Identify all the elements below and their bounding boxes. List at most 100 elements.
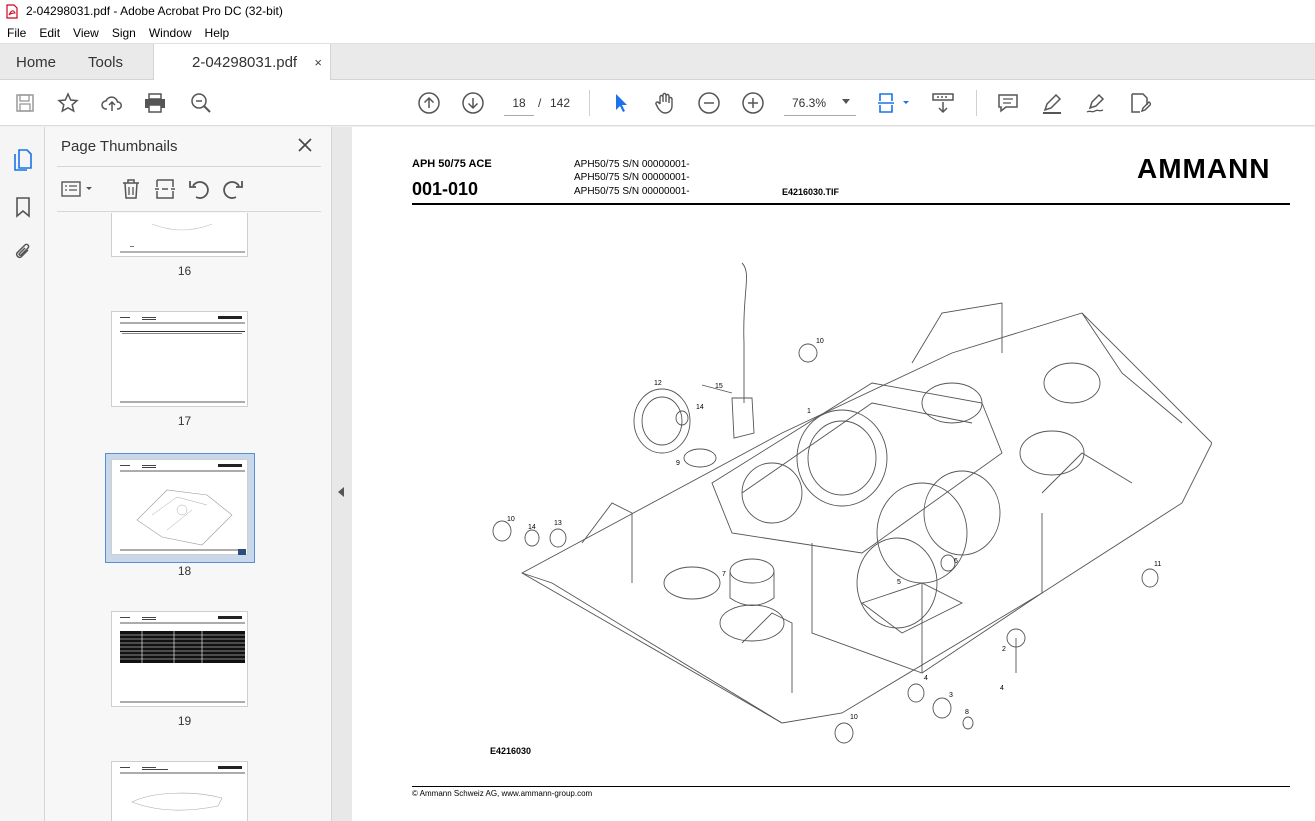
callout-label: 14 [696, 404, 704, 411]
save-icon[interactable] [13, 91, 37, 115]
callout-label: 14 [528, 524, 536, 531]
hand-tool-icon[interactable] [653, 91, 677, 115]
figure-id: E4216030 [490, 746, 532, 756]
callout-label: 12 [654, 380, 662, 387]
callout-label: 11 [1154, 561, 1161, 568]
zoom-value: 76.3% [792, 95, 827, 110]
acrobat-pdf-icon [5, 3, 19, 19]
title-bar: 2-04298031.pdf - Adobe Acrobat Pro DC (3… [0, 0, 1315, 22]
header-rule [412, 203, 1290, 205]
tab-document[interactable]: 2-04298031.pdf × [153, 44, 331, 81]
window-title: 2-04298031.pdf - Adobe Acrobat Pro DC (3… [26, 4, 283, 18]
panel-title: Page Thumbnails [61, 138, 178, 155]
page-thumbnail-18[interactable] [111, 459, 248, 555]
thumbnail-panel: Page Thumbnails 16 17 18 19 [45, 127, 371, 821]
zoom-in-icon[interactable] [741, 91, 765, 115]
zoom-dropdown[interactable]: 76.3% [784, 90, 856, 116]
page-thumbnails-icon[interactable] [11, 148, 35, 172]
callout-label: 13 [554, 520, 562, 527]
highlight-pen-icon[interactable] [1040, 91, 1064, 115]
tab-tools[interactable]: Tools [88, 44, 123, 81]
page-thumbnail-17[interactable] [111, 311, 248, 407]
callout-label: 5 [897, 579, 901, 586]
page-thumbnail-19[interactable] [111, 611, 248, 707]
callout-label: 10 [850, 714, 858, 721]
doc-serial: APH50/75 S/N 00000001- [574, 172, 690, 183]
callout-label: 15 [715, 383, 723, 390]
menu-edit[interactable]: Edit [32, 26, 66, 40]
doc-footer: © Ammann Schweiz AG, www.ammann-group.co… [412, 789, 593, 798]
scroll-mode-icon[interactable] [931, 91, 955, 115]
doc-serial: APH50/75 S/N 00000001- [574, 186, 690, 197]
callout-label: 6 [954, 558, 958, 565]
thumbnail-options-icon[interactable] [59, 177, 95, 201]
collapse-panel-icon[interactable] [338, 487, 344, 497]
exploded-parts-drawing: 1 2 3 4 4 5 6 7 8 9 10 10 10 11 12 13 14… [492, 262, 1212, 744]
toolbar-divider [976, 90, 977, 116]
callout-label: 10 [816, 338, 824, 345]
upload-cloud-icon[interactable] [100, 91, 124, 115]
ammann-logo: AMMANN [1137, 153, 1271, 184]
select-pointer-icon[interactable] [609, 91, 633, 115]
callout-label: 3 [949, 692, 953, 699]
bookmarks-icon[interactable] [11, 195, 35, 219]
callout-label: 4 [924, 675, 928, 682]
zoom-out-icon[interactable] [697, 91, 721, 115]
document-page: APH 50/75 ACE 001-010 APH50/75 S/N 00000… [352, 127, 1315, 821]
thumbnail-list: 16 17 18 19 [57, 213, 312, 821]
toolbar-divider [589, 90, 590, 116]
page-thumbnail-20[interactable] [111, 761, 248, 821]
next-page-icon[interactable] [461, 91, 485, 115]
callout-label: 7 [722, 571, 726, 578]
callout-label: 1 [807, 408, 811, 415]
insert-page-icon[interactable] [153, 177, 177, 201]
rotate-right-icon[interactable] [221, 177, 245, 201]
callout-label: 4 [1000, 685, 1004, 692]
attachments-paperclip-icon[interactable] [11, 240, 35, 264]
callout-label: 2 [1002, 646, 1006, 653]
callout-label: 9 [676, 460, 680, 467]
menu-bar: File Edit View Sign Window Help [0, 22, 1315, 43]
delete-page-icon[interactable] [119, 177, 143, 201]
chevron-down-icon [842, 99, 850, 104]
menu-view[interactable]: View [66, 26, 105, 40]
panel-divider [57, 211, 321, 212]
doc-code: 001-010 [412, 179, 479, 199]
thumbnail-label: 16 [177, 264, 192, 278]
bookmark-star-icon[interactable] [56, 91, 80, 115]
thumbnail-label: 18 [177, 564, 192, 578]
zoom-search-icon[interactable] [189, 91, 213, 115]
callout-label: 10 [507, 516, 515, 523]
close-icon[interactable] [297, 137, 313, 153]
rotate-left-icon[interactable] [187, 177, 211, 201]
doc-image-file: E4216030.TIF [782, 187, 840, 197]
doc-model: APH 50/75 ACE [412, 158, 492, 170]
menu-window[interactable]: Window [142, 26, 198, 40]
thumbnail-label: 19 [177, 714, 192, 728]
page-separator: / [538, 96, 542, 110]
tab-close-icon[interactable]: × [314, 55, 322, 70]
tab-document-label: 2-04298031.pdf [192, 54, 298, 71]
main-toolbar [0, 80, 1315, 126]
sign-pen-icon[interactable] [1084, 91, 1108, 115]
fit-page-icon[interactable] [876, 91, 912, 115]
menu-file[interactable]: File [0, 26, 32, 40]
panel-divider [57, 166, 321, 167]
page-total: 142 [550, 96, 571, 110]
edit-pdf-icon[interactable] [1128, 91, 1152, 115]
thumbnail-label: 17 [177, 414, 192, 428]
print-icon[interactable] [143, 91, 167, 115]
tab-bar: Home Tools 2-04298031.pdf × [0, 43, 1315, 81]
left-rail [0, 127, 45, 821]
tab-home[interactable]: Home [16, 44, 56, 81]
panel-gutter [332, 127, 352, 821]
comment-icon[interactable] [996, 91, 1020, 115]
callout-label: 8 [965, 709, 969, 716]
page-number-input[interactable]: 18 [504, 90, 534, 116]
previous-page-icon[interactable] [417, 91, 441, 115]
menu-help[interactable]: Help [198, 26, 236, 40]
doc-serial: APH50/75 S/N 00000001- [574, 159, 690, 170]
menu-sign[interactable]: Sign [105, 26, 142, 40]
page-thumbnail-16[interactable] [111, 213, 248, 257]
footer-rule [412, 786, 1290, 787]
